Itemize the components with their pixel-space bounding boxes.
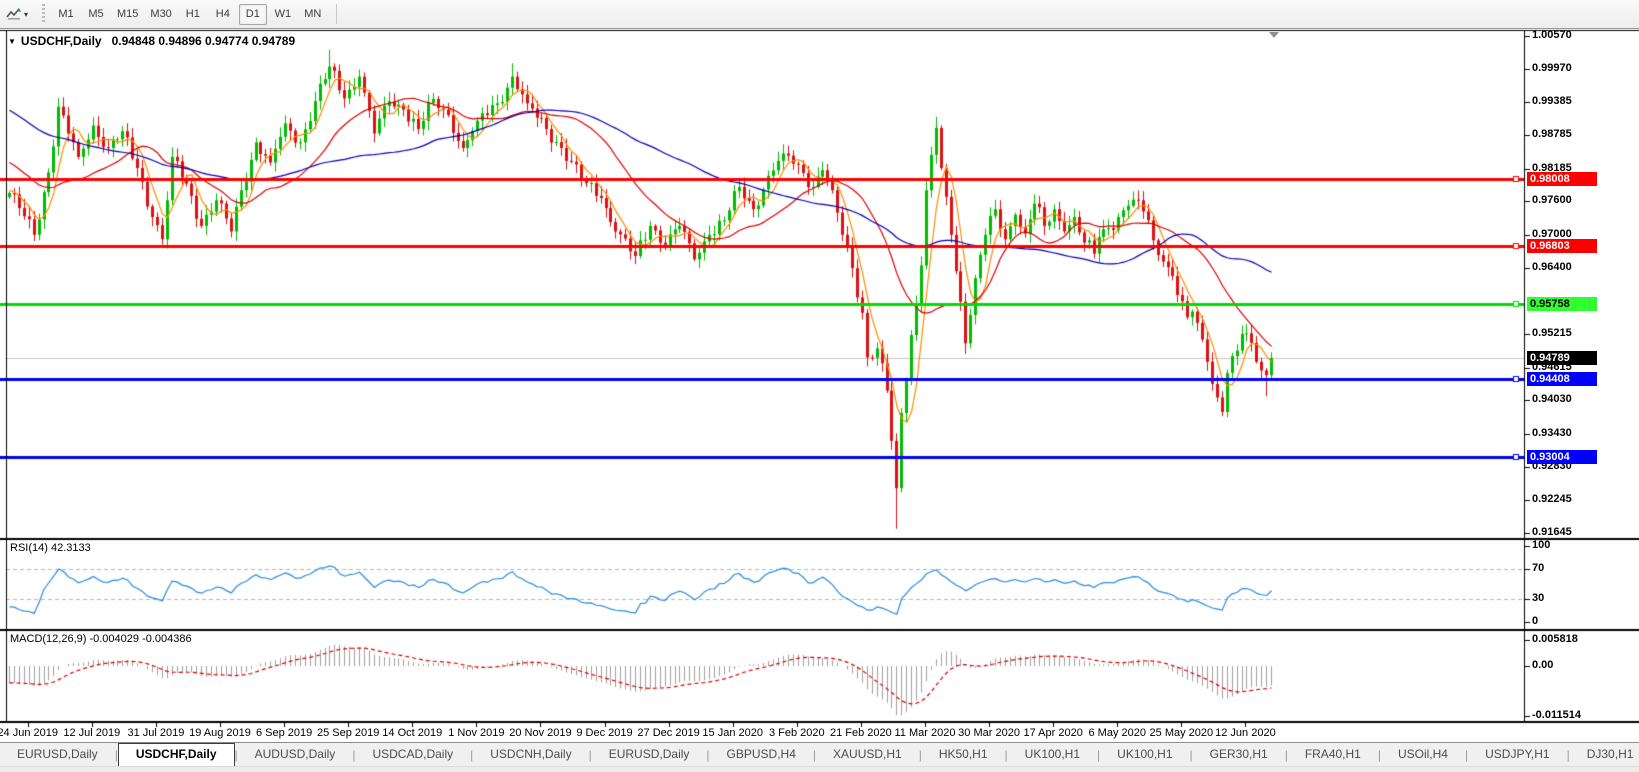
price-chart-canvas[interactable] xyxy=(0,29,1639,742)
chart-tab-xauusd-h1[interactable]: XAUUSD,H1 xyxy=(816,744,919,766)
chart-tab-fra40-h1[interactable]: FRA40,H1 xyxy=(1288,744,1378,766)
timeframe-button-h1[interactable]: H1 xyxy=(179,4,207,25)
chart-dropdown-icon[interactable]: ▼ xyxy=(8,37,16,46)
rsi-axis-tick: 100 xyxy=(1532,539,1550,551)
macd-indicator-label: MACD(12,26,9) -0.004029 -0.004386 xyxy=(10,633,192,645)
timeframe-button-mn[interactable]: MN xyxy=(299,4,327,25)
date-axis-label: 31 Jul 2019 xyxy=(127,727,184,739)
timeframe-button-m15[interactable]: M15 xyxy=(112,4,143,25)
chart-title: ▼ USDCHF,Daily 0.94848 0.94896 0.94774 0.9… xyxy=(8,34,295,48)
status-strip xyxy=(0,766,1639,772)
price-axis-tick: 0.99970 xyxy=(1532,62,1572,74)
chart-tab-uk100-h1[interactable]: UK100,H1 xyxy=(1008,744,1097,766)
timeframe-button-m30[interactable]: M30 xyxy=(145,4,176,25)
price-axis-tick: 0.93430 xyxy=(1532,427,1572,439)
price-line-label[interactable]: 0.95758 xyxy=(1527,297,1597,311)
price-line-label[interactable]: 0.94408 xyxy=(1527,372,1597,386)
price-axis-tick: 0.92245 xyxy=(1532,493,1572,505)
price-line-label[interactable]: 0.96803 xyxy=(1527,239,1597,253)
chart-tab-gbpusd-h4[interactable]: GBPUSD,H4 xyxy=(710,744,813,766)
date-axis-label: 21 Feb 2020 xyxy=(830,727,892,739)
chart-tabs: EURUSD,Daily|USDCHF,Daily|AUDUSD,Daily|U… xyxy=(0,743,1639,766)
rsi-axis-tick: 70 xyxy=(1532,562,1544,574)
rsi-axis-tick: 30 xyxy=(1532,592,1544,604)
chart-tab-hk50-h1[interactable]: HK50,H1 xyxy=(922,744,1005,766)
date-axis-label: 25 Sep 2019 xyxy=(317,727,379,739)
timeframe-button-group: M1M5M15M30H1H4D1W1MN xyxy=(51,4,328,25)
macd-axis-tick: 0.00 xyxy=(1532,659,1553,671)
chart-tab-eurusd-daily[interactable]: EURUSD,Daily xyxy=(0,744,115,766)
chart-tab-bar: EURUSD,Daily|USDCHF,Daily|AUDUSD,Daily|U… xyxy=(0,742,1639,766)
date-axis-label: 19 Aug 2019 xyxy=(189,727,251,739)
date-axis-label: 1 Nov 2019 xyxy=(448,727,504,739)
timeframe-button-w1[interactable]: W1 xyxy=(269,4,297,25)
date-axis-label: 6 Sep 2019 xyxy=(256,727,312,739)
trading-platform-window: ▾ M1M5M15M30H1H4D1W1MN ▼ USDCHF,Daily 0.94… xyxy=(0,0,1639,772)
price-axis-tick: 0.96400 xyxy=(1532,261,1572,273)
date-axis-label: 6 May 2020 xyxy=(1089,727,1146,739)
price-axis-tick: 1.00570 xyxy=(1532,29,1572,41)
price-line-label[interactable]: 0.93004 xyxy=(1527,450,1597,464)
rsi-axis-tick: 0 xyxy=(1532,615,1538,627)
date-axis-label: 15 Jan 2020 xyxy=(702,727,763,739)
chart-tab-usdjpy-h1[interactable]: USDJPY,H1 xyxy=(1468,744,1566,766)
date-axis-label: 20 Nov 2019 xyxy=(509,727,571,739)
chart-tab-usdcad-daily[interactable]: USDCAD,Daily xyxy=(355,744,470,766)
price-axis-tick: 0.98785 xyxy=(1532,128,1572,140)
timeframe-button-h4[interactable]: H4 xyxy=(209,4,237,25)
price-axis-tick: 0.95215 xyxy=(1532,327,1572,339)
chart-cursor-icon[interactable] xyxy=(4,4,24,24)
date-axis-label: 11 Mar 2020 xyxy=(894,727,955,739)
date-axis-label: 3 Feb 2020 xyxy=(769,727,825,739)
price-axis-tick: 0.94030 xyxy=(1532,393,1572,405)
price-line-label[interactable]: 0.98008 xyxy=(1527,172,1597,186)
chart-tab-usdcnh-daily[interactable]: USDCNH,Daily xyxy=(473,744,588,766)
current-price-label: 0.94789 xyxy=(1527,351,1597,365)
timeframe-toolbar: ▾ M1M5M15M30H1H4D1W1MN xyxy=(0,0,1639,29)
date-axis-label: 14 Oct 2019 xyxy=(382,727,442,739)
macd-axis-tick: -0.011514 xyxy=(1532,709,1581,721)
chart-tab-usoil-h4[interactable]: USOil,H4 xyxy=(1381,744,1465,766)
date-axis-label: 25 May 2020 xyxy=(1150,727,1214,739)
price-axis-tick: 0.91645 xyxy=(1532,526,1572,538)
date-axis-label: 24 Jun 2019 xyxy=(0,727,58,739)
chart-symbol-label: USDCHF,Daily xyxy=(21,34,102,48)
date-axis-label: 17 Apr 2020 xyxy=(1023,727,1082,739)
date-axis-label: 27 Dec 2019 xyxy=(637,727,699,739)
chart-tab-uk100-h1[interactable]: UK100,H1 xyxy=(1100,744,1189,766)
price-axis-tick: 0.97600 xyxy=(1532,194,1572,206)
chart-tab-audusd-daily[interactable]: AUDUSD,Daily xyxy=(238,744,353,766)
timeframe-button-m1[interactable]: M1 xyxy=(52,4,80,25)
chevron-down-icon[interactable]: ▾ xyxy=(24,10,34,19)
price-axis-tick: 0.99385 xyxy=(1532,95,1572,107)
date-axis-label: 12 Jun 2020 xyxy=(1215,727,1276,739)
macd-axis-tick: 0.005818 xyxy=(1532,633,1578,645)
chart-ohlc-values: 0.94848 0.94896 0.94774 0.94789 xyxy=(112,34,296,48)
toolbar-separator xyxy=(336,4,337,24)
chart-tab-eurusd-daily[interactable]: EURUSD,Daily xyxy=(592,744,707,766)
timeframe-button-m5[interactable]: M5 xyxy=(82,4,110,25)
chart-shift-arrow-icon[interactable] xyxy=(1269,32,1279,38)
date-axis-label: 30 Mar 2020 xyxy=(958,727,1020,739)
chart-window: ▼ USDCHF,Daily 0.94848 0.94896 0.94774 0.9… xyxy=(0,29,1639,742)
rsi-indicator-label: RSI(14) 42.3133 xyxy=(10,542,91,554)
date-axis-label: 9 Dec 2019 xyxy=(576,727,632,739)
chart-tab-usdchf-daily[interactable]: USDCHF,Daily xyxy=(118,743,235,766)
toolbar-grip[interactable] xyxy=(40,4,47,24)
chart-tab-dj30-h1[interactable]: DJ30,H1 xyxy=(1570,744,1639,766)
date-axis-label: 12 Jul 2019 xyxy=(63,727,120,739)
timeframe-button-d1[interactable]: D1 xyxy=(239,4,267,25)
chart-tab-ger30-h1[interactable]: GER30,H1 xyxy=(1193,744,1285,766)
